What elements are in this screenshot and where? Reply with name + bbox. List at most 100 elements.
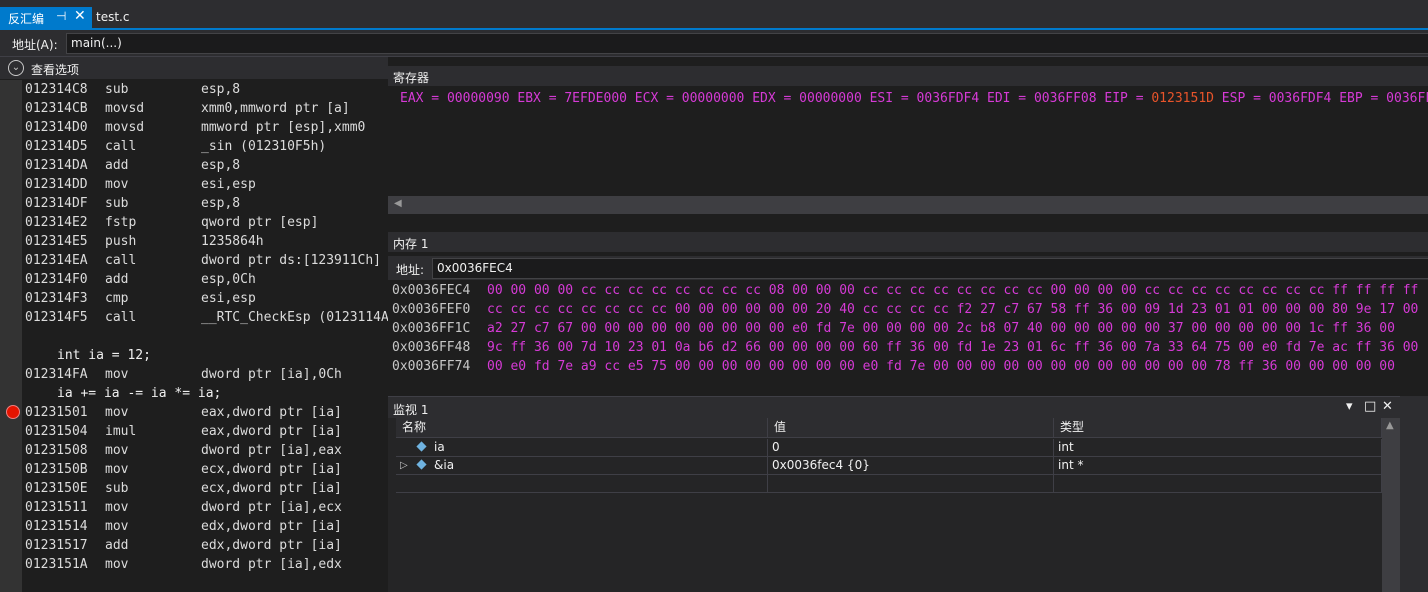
watch-row-type[interactable]: int * <box>1054 457 1382 475</box>
disassembly-row[interactable]: 012314F5 call __RTC_CheckEsp (0123114A) <box>25 308 397 327</box>
disassembly-operands: ecx,dword ptr [ia] <box>201 481 342 496</box>
disassembly-address: 01231504 <box>25 424 88 439</box>
memory-row-bytes: a2 27 c7 67 00 00 00 00 00 00 00 00 00 e… <box>487 321 1395 336</box>
registers-line: EAX = 00000090 EBX = 7EFDE000 ECX = 0000… <box>400 91 1428 106</box>
registers-values: EAX = 00000090 EBX = 7EFDE000 ECX = 0000… <box>400 91 1152 106</box>
disassembly-address: 012314EA <box>25 253 88 268</box>
close-icon[interactable]: ✕ <box>74 8 86 24</box>
watch-grid: 名称值类型 ia 0 int ▷ &ia 0x0036fec4 {0} int * <box>396 418 1382 493</box>
watch-row-name[interactable]: ia <box>396 439 768 457</box>
watch-header-name[interactable]: 名称 <box>396 418 768 438</box>
memory-address-input[interactable]: 0x0036FEC4 <box>432 258 1428 279</box>
disassembly-row[interactable]: 01231504 imul eax,dword ptr [ia] <box>25 422 385 441</box>
registers-panel[interactable]: EAX = 00000090 EBX = 7EFDE000 ECX = 0000… <box>388 86 1428 196</box>
disassembly-operands: dword ptr [ia],edx <box>201 557 342 572</box>
dropdown-icon[interactable]: ▾ <box>1346 399 1353 414</box>
memory-address-label: 地址: <box>396 263 425 277</box>
disassembly-row[interactable]: 012314DD mov esi,esp <box>25 175 385 194</box>
view-options-bar[interactable]: ⌄ 查看选项 <box>0 57 388 79</box>
disassembly-operands: esi,esp <box>201 177 256 192</box>
disassembly-row[interactable]: 012314D5 call _sin (012310F5h) <box>25 137 385 156</box>
disassembly-address: 012314CB <box>25 101 88 116</box>
source-line[interactable]: int ia = 12; <box>57 346 151 365</box>
variable-icon <box>416 459 427 470</box>
disassembly-address: 01231517 <box>25 538 88 553</box>
tab-disassembly[interactable]: 反汇编 ⊣ ✕ <box>0 7 92 28</box>
watch-title-bar: 监视 1 ▾ □ ✕ <box>388 396 1428 419</box>
watch-empty-row-cell[interactable] <box>1054 475 1382 493</box>
disassembly-row[interactable]: 01231508 mov dword ptr [ia],eax <box>25 441 385 460</box>
disassembly-row[interactable]: 01231511 mov dword ptr [ia],ecx <box>25 498 385 517</box>
source-line[interactable]: ia += ia -= ia *= ia; <box>57 384 221 403</box>
memory-row[interactable]: 0x0036FF48 9c ff 36 00 7d 10 23 01 0a b6 … <box>392 338 1418 357</box>
scroll-left-icon[interactable]: ◀ <box>394 198 402 209</box>
watch-row-name[interactable]: ▷ &ia <box>396 457 768 475</box>
tab-test-c[interactable]: test.c <box>96 10 129 24</box>
disassembly-row[interactable]: 01231517 add edx,dword ptr [ia] <box>25 536 385 555</box>
disassembly-operands: esp,0Ch <box>201 272 256 287</box>
memory-row[interactable]: 0x0036FEC4 00 00 00 00 cc cc cc cc cc cc … <box>392 281 1418 300</box>
memory-address-value: 0x0036FEC4 <box>437 261 513 275</box>
address-input[interactable]: main(...) <box>66 33 1428 54</box>
breakpoint-gutter[interactable] <box>0 80 22 592</box>
maximize-icon[interactable]: □ <box>1364 399 1376 414</box>
disassembly-row[interactable]: 01231514 mov edx,dword ptr [ia] <box>25 517 385 536</box>
watch-row-value[interactable]: 0x0036fec4 {0} <box>768 457 1054 475</box>
memory-panel[interactable]: 0x0036FEC4 00 00 00 00 cc cc cc cc cc cc … <box>388 281 1428 381</box>
watch-variable-name: &ia <box>434 458 455 472</box>
disassembly-address: 012314E5 <box>25 234 88 249</box>
disassembly-address: 012314E2 <box>25 215 88 230</box>
disassembly-opcode: call <box>105 253 137 268</box>
disassembly-operands: esp,8 <box>201 196 241 211</box>
watch-header-value[interactable]: 值 <box>768 418 1054 438</box>
memory-title-bar: 内存 1 <box>388 232 1428 252</box>
disassembly-row[interactable]: 012314E5 push 1235864h <box>25 232 385 251</box>
chevron-down-icon[interactable]: ⌄ <box>8 60 24 76</box>
disassembly-address: 01231511 <box>25 500 88 515</box>
disassembly-row[interactable]: 012314DA add esp,8 <box>25 156 385 175</box>
disassembly-row[interactable]: 012314D0 movsd mmword ptr [esp],xmm0 <box>25 118 385 137</box>
memory-row[interactable]: 0x0036FF1C a2 27 c7 67 00 00 00 00 00 00 … <box>392 319 1395 338</box>
registers-title-bar: 寄存器 <box>388 66 1428 86</box>
disassembly-row[interactable]: 012314F0 add esp,0Ch <box>25 270 385 289</box>
disassembly-row[interactable]: 0123151A mov dword ptr [ia],edx <box>25 555 385 574</box>
disassembly-row[interactable]: 012314F3 cmp esi,esp <box>25 289 385 308</box>
memory-row[interactable]: 0x0036FF74 00 e0 fd 7e a9 cc e5 75 00 00 … <box>392 357 1395 376</box>
watch-empty-row-cell[interactable] <box>396 475 768 493</box>
disassembly-operands: eax,dword ptr [ia] <box>201 424 342 439</box>
disassembly-row[interactable]: 012314EA call dword ptr ds:[123911Ch] <box>25 251 385 270</box>
disassembly-opcode: mov <box>105 500 129 515</box>
expand-icon[interactable]: ▷ <box>400 457 408 474</box>
disassembly-row[interactable]: 0123150B mov ecx,dword ptr [ia] <box>25 460 385 479</box>
close-icon[interactable]: ✕ <box>1382 399 1393 414</box>
disassembly-row[interactable]: 012314C8 sub esp,8 <box>25 80 385 99</box>
scroll-up-icon[interactable]: ▲ <box>1386 420 1394 431</box>
disassembly-row[interactable]: 012314FA mov dword ptr [ia],0Ch <box>25 365 385 384</box>
disassembly-address: 01231501 <box>25 405 88 420</box>
disassembly-row[interactable]: 0123150E sub ecx,dword ptr [ia] <box>25 479 385 498</box>
watch-header-type[interactable]: 类型 <box>1054 418 1382 438</box>
disassembly-operands: esi,esp <box>201 291 256 306</box>
watch-panel[interactable]: 名称值类型 ia 0 int ▷ &ia 0x0036fec4 {0} int * <box>388 418 1428 592</box>
disassembly-opcode: mov <box>105 519 129 534</box>
watch-row-value[interactable]: 0 <box>768 439 1054 457</box>
memory-row-address: 0x0036FF1C <box>392 321 471 336</box>
disassembly-row[interactable]: 012314CB movsd xmm0,mmword ptr [a] <box>25 99 385 118</box>
memory-row[interactable]: 0x0036FEF0 cc cc cc cc cc cc cc cc 00 00 … <box>392 300 1418 319</box>
disassembly-row[interactable]: 01231501 mov eax,dword ptr [ia] <box>25 403 385 422</box>
disassembly-opcode: add <box>105 538 129 553</box>
disassembly-opcode: mov <box>105 557 129 572</box>
watch-vertical-scrollbar[interactable]: ▲ <box>1382 418 1400 592</box>
disassembly-row[interactable]: 012314E2 fstp qword ptr [esp] <box>25 213 385 232</box>
disassembly-row[interactable]: 012314DF sub esp,8 <box>25 194 385 213</box>
watch-row-type[interactable]: int <box>1054 439 1382 457</box>
address-label: 地址(A): <box>12 38 58 52</box>
registers-values-tail: ESP = 0036FDF4 EBP = 0036FF08 <box>1213 91 1428 106</box>
watch-empty-row-cell[interactable] <box>768 475 1054 493</box>
pin-icon[interactable]: ⊣ <box>56 9 66 23</box>
registers-title: 寄存器 <box>393 71 430 85</box>
breakpoint-icon[interactable] <box>6 405 20 419</box>
registers-horizontal-scrollbar[interactable]: ◀ <box>388 196 1428 214</box>
variable-icon <box>416 441 427 452</box>
disassembly-opcode: mov <box>105 367 129 382</box>
